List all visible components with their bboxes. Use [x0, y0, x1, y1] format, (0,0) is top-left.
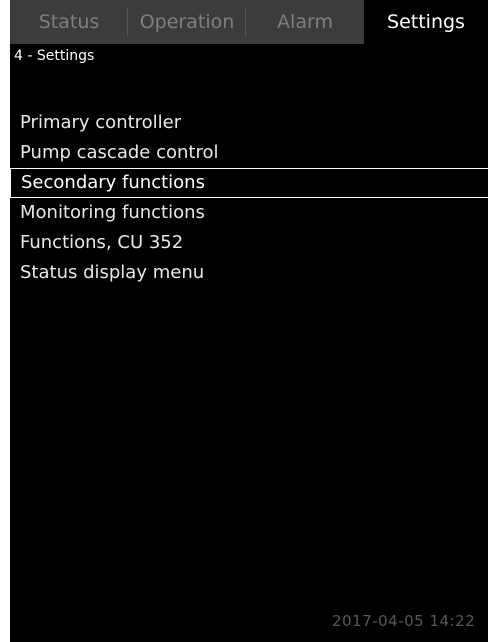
tab-operation-label: Operation	[139, 11, 235, 33]
menu-item-secondary-functions[interactable]: Secondary functions	[10, 168, 488, 198]
display-screen: Status Operation Alarm Settings 4 - Sett…	[10, 0, 488, 642]
tab-alarm-label: Alarm	[277, 11, 333, 33]
tab-status-label: Status	[38, 11, 100, 33]
menu-item-label: Secondary functions	[21, 172, 205, 193]
menu-item-pump-cascade-control[interactable]: Pump cascade control	[10, 138, 488, 168]
menu-item-label: Functions, CU 352	[20, 232, 184, 253]
menu-item-functions-cu352[interactable]: Functions, CU 352	[10, 228, 488, 258]
breadcrumb: 4 - Settings	[14, 48, 95, 64]
tab-alarm[interactable]: Alarm	[246, 0, 364, 44]
settings-menu: Primary controller Pump cascade control …	[10, 108, 488, 288]
tab-operation[interactable]: Operation	[128, 0, 246, 44]
menu-item-label: Status display menu	[20, 262, 205, 283]
menu-item-monitoring-functions[interactable]: Monitoring functions	[10, 198, 488, 228]
tab-settings-label: Settings	[387, 11, 465, 33]
menu-item-label: Primary controller	[20, 112, 182, 133]
menu-item-label: Monitoring functions	[20, 202, 205, 223]
tab-status[interactable]: Status	[10, 0, 128, 44]
clock-timestamp: 2017-04-05 14:22	[332, 612, 476, 630]
menu-item-primary-controller[interactable]: Primary controller	[10, 108, 488, 138]
tab-bar: Status Operation Alarm Settings	[10, 0, 488, 44]
tab-settings[interactable]: Settings	[364, 0, 488, 44]
menu-item-status-display-menu[interactable]: Status display menu	[10, 258, 488, 288]
menu-item-label: Pump cascade control	[20, 142, 219, 163]
